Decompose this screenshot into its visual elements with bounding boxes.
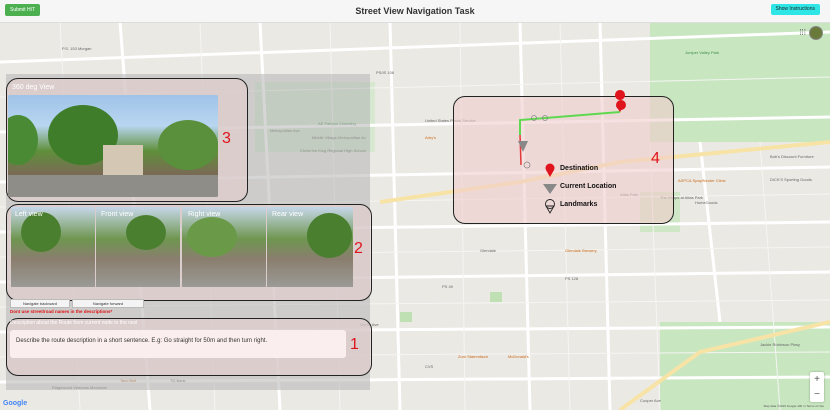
map-label: Cooper Ave	[640, 398, 661, 403]
map-label: PS/IS 108	[376, 70, 395, 75]
description-placeholder: Describe the route description in a shor…	[16, 338, 268, 344]
top-bar: Submit HIT Street View Navigation Task S…	[0, 0, 830, 23]
view360-image[interactable]	[8, 95, 218, 197]
step-marker-1: 1	[350, 336, 359, 353]
rear-view-image[interactable]	[267, 207, 353, 287]
right-view-label: Right view	[188, 211, 221, 218]
rear-view-label: Rear view	[272, 211, 304, 218]
navigate-backward-button[interactable]: Navigate backward	[10, 299, 70, 308]
map-label: DICK'S Sporting Goods	[770, 177, 812, 182]
page-title: Street View Navigation Task	[355, 6, 475, 16]
view360-label: 360 deg View	[12, 84, 55, 91]
map-label: Jackie Robinson Pkwy	[760, 342, 801, 347]
map-label: Bob's Discount Furniture	[770, 154, 814, 159]
apps-grid-icon[interactable]: ⁞⁞⁞	[799, 28, 806, 37]
map-label: Glendale	[480, 248, 497, 253]
map-label: McDonald's	[508, 354, 529, 359]
description-input[interactable]	[10, 330, 346, 358]
zoom-control: + −	[810, 372, 824, 402]
legend-landmarks: Landmarks	[560, 201, 598, 208]
map-label: CVS	[425, 364, 434, 369]
map-label: P.S. 153 Morgan	[62, 46, 92, 51]
avatar[interactable]	[809, 26, 823, 40]
step-marker-4: 4	[651, 150, 660, 167]
left-view-label: Left view	[15, 211, 43, 218]
map-label: Glendale Brewery	[565, 248, 597, 253]
map-attribution: Map data ©2019 Google 100 m Terms of Use	[763, 404, 824, 408]
step-marker-2: 2	[354, 240, 363, 257]
front-view-label: Front view	[101, 211, 134, 218]
left-view-image[interactable]	[11, 207, 95, 287]
map-label: HomeGoods	[695, 200, 718, 205]
map-label: PS 49	[442, 284, 453, 289]
legend-destination: Destination	[560, 165, 599, 172]
show-instructions-button[interactable]: Show Instructions	[770, 4, 820, 15]
step-marker-3: 3	[222, 130, 231, 147]
zoom-in-button[interactable]: +	[810, 372, 824, 387]
google-logo: Google	[3, 400, 28, 407]
map-label: Zum Stammtisch	[458, 354, 489, 359]
map-label: ASPCA Spay/Neuter Clinic	[678, 178, 726, 183]
right-view-image[interactable]	[182, 207, 266, 287]
warning-text: Dont use street/road names in the descri…	[10, 309, 113, 314]
legend-current-location: Current Location	[560, 183, 617, 190]
map-label: Juniper Valley Park	[685, 50, 720, 55]
map-label: Arby's	[425, 135, 436, 140]
navigate-forward-button[interactable]: Navigate forward	[72, 299, 144, 308]
description-label: Description about the Route from current…	[10, 320, 138, 326]
zoom-out-button[interactable]: −	[810, 387, 824, 402]
map-label: PS 128	[565, 276, 579, 281]
front-view-image[interactable]	[96, 207, 180, 287]
